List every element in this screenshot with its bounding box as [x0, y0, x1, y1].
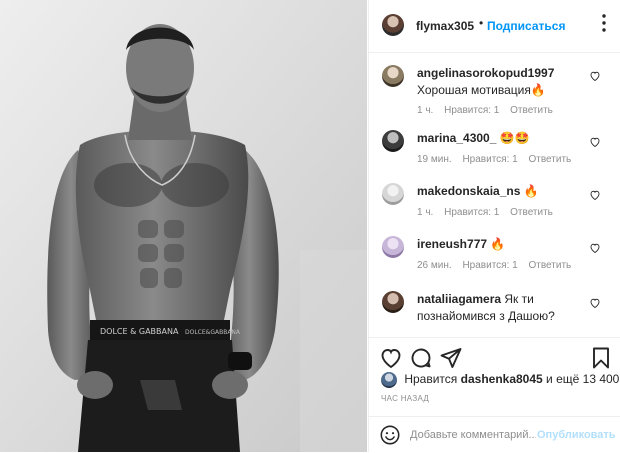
comment-username[interactable]: nataliiagamera: [417, 292, 501, 306]
waistband-text-2: DOLCE&GABBANA: [185, 329, 241, 336]
comment-heart-icon[interactable]: [589, 242, 601, 254]
comment-likes[interactable]: Нравится: 1: [462, 154, 517, 165]
post-header: flymax305 • Подписаться: [369, 0, 620, 53]
likes-summary: Нравится dashenka8045 и ещё 13 400: [381, 372, 619, 388]
comment-icon[interactable]: [409, 346, 433, 370]
liker-avatar[interactable]: [381, 372, 397, 388]
comment-text: 🤩🤩: [499, 131, 530, 145]
liker-username[interactable]: dashenka8045: [461, 372, 543, 386]
comment-item: angelinasorokopud1997 Хорошая мотивация🔥…: [369, 65, 620, 123]
comment-time[interactable]: 1 ч.: [417, 105, 433, 116]
follow-button[interactable]: Подписаться: [487, 19, 565, 33]
comment-item: marina_4300_ 🤩🤩 19 мин. Нравится: 1 Отве…: [369, 130, 620, 174]
comment-body: nataliiagamera Як ти познайомився з Дашо…: [417, 291, 582, 325]
comment-body: ireneush777 🔥: [417, 236, 582, 253]
comment-avatar[interactable]: [382, 65, 404, 87]
more-options-icon[interactable]: [594, 11, 614, 35]
post-timestamp[interactable]: час назад: [381, 394, 429, 403]
comment-text: 🔥: [490, 237, 506, 251]
waistband-text-1: DOLCE & GABBANA: [100, 327, 179, 336]
comment-likes[interactable]: Нравится: 1: [444, 207, 499, 218]
comment-likes[interactable]: Нравится: 1: [444, 105, 499, 116]
author-username[interactable]: flymax305: [416, 19, 474, 33]
bookmark-icon[interactable]: [589, 346, 613, 370]
comment-avatar[interactable]: [382, 236, 404, 258]
reply-button[interactable]: Ответить: [510, 207, 553, 218]
heart-icon[interactable]: [379, 346, 403, 370]
reply-button[interactable]: Ответить: [510, 105, 553, 116]
comment-likes[interactable]: Нравится: 1: [462, 260, 517, 271]
comment-avatar[interactable]: [382, 130, 404, 152]
share-icon[interactable]: [439, 346, 463, 370]
comment-username[interactable]: makedonskaia_ns: [417, 184, 520, 198]
instagram-post: DOLCE & GABBANA DOLCE&GABBANA flymax305 …: [0, 0, 620, 452]
comment-meta: 1 ч. Нравится: 1 Ответить: [417, 105, 561, 116]
photo-illustration: DOLCE & GABBANA DOLCE&GABBANA: [0, 0, 367, 452]
likes-suffix[interactable]: и ещё 13 400: [546, 372, 619, 386]
comment-text: 🔥: [523, 184, 539, 198]
publish-button[interactable]: Опубликовать: [537, 429, 616, 441]
comment-meta: 1 ч. Нравится: 1 Ответить: [417, 207, 561, 218]
comment-heart-icon[interactable]: [589, 297, 601, 309]
comment-avatar[interactable]: [382, 183, 404, 205]
reply-button[interactable]: Ответить: [528, 154, 571, 165]
comment-avatar[interactable]: [382, 291, 404, 313]
likes-prefix: Нравится: [404, 372, 458, 387]
comments-list[interactable]: angelinasorokopud1997 Хорошая мотивация🔥…: [369, 53, 620, 337]
comment-time[interactable]: 26 мин.: [417, 260, 452, 271]
author-avatar[interactable]: [382, 14, 404, 36]
comment-time[interactable]: 19 мин.: [417, 154, 452, 165]
comment-time[interactable]: 1 ч.: [417, 207, 433, 218]
comment-input[interactable]: [410, 425, 536, 445]
add-comment-bar: Опубликовать: [369, 416, 620, 453]
comment-meta: 19 мин. Нравится: 1 Ответить: [417, 154, 579, 165]
comment-item: makedonskaia_ns 🔥 1 ч. Нравится: 1 Ответ…: [369, 183, 620, 227]
comment-username[interactable]: angelinasorokopud1997: [417, 66, 554, 80]
comment-item: nataliiagamera Як ти познайомився з Дашо…: [369, 291, 620, 337]
comment-item: ireneush777 🔥 26 мин. Нравится: 1 Ответи…: [369, 236, 620, 280]
comment-text: Хорошая мотивация🔥: [417, 83, 546, 97]
comment-body: marina_4300_ 🤩🤩: [417, 130, 582, 147]
reply-button[interactable]: Ответить: [528, 260, 571, 271]
comment-username[interactable]: ireneush777: [417, 237, 487, 251]
comment-body: angelinasorokopud1997 Хорошая мотивация🔥: [417, 65, 582, 99]
comment-heart-icon[interactable]: [589, 189, 601, 201]
comment-heart-icon[interactable]: [589, 136, 601, 148]
header-separator: •: [479, 16, 484, 30]
post-photo[interactable]: DOLCE & GABBANA DOLCE&GABBANA: [0, 0, 367, 452]
comment-meta: 26 мин. Нравится: 1 Ответить: [417, 260, 579, 271]
comment-username[interactable]: marina_4300_: [417, 131, 496, 145]
comment-body: makedonskaia_ns 🔥: [417, 183, 582, 200]
emoji-icon[interactable]: [379, 424, 401, 446]
comment-heart-icon[interactable]: [589, 70, 601, 82]
post-sidebar: flymax305 • Подписаться angelinasorokopu…: [368, 0, 620, 452]
